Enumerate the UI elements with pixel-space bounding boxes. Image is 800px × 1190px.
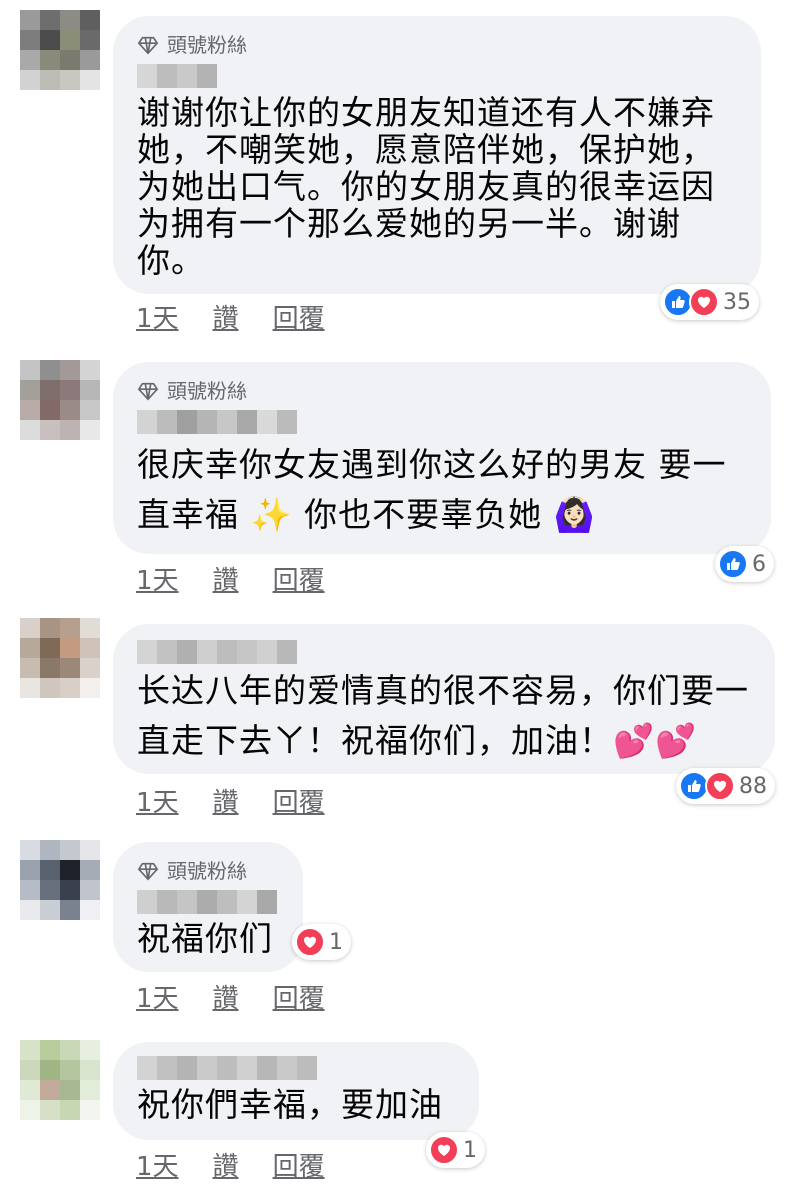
comment-bubble: 长达八年的爱情真的很不容易，你们要一直走下去ㄚ！祝福你们，加油！💕💕 xyxy=(113,624,775,774)
like-icon xyxy=(718,549,748,579)
top-fan-badge: 頭號粉絲 xyxy=(137,30,739,60)
like-button[interactable]: 讚 xyxy=(213,1146,239,1183)
reaction-count: 88 xyxy=(739,773,767,799)
badge-label: 頭號粉絲 xyxy=(167,33,247,57)
love-icon xyxy=(705,771,735,801)
love-icon xyxy=(689,287,719,317)
reaction-count: 35 xyxy=(723,289,751,315)
love-icon xyxy=(295,927,325,957)
timestamp-link[interactable]: 1天 xyxy=(136,1146,179,1183)
comment-text: 祝福你们 xyxy=(137,919,273,958)
reaction-summary[interactable]: 1 xyxy=(292,924,351,960)
comment-actions: 1天 讚 回覆 xyxy=(136,782,325,819)
comment-text: 很庆幸你女友遇到你这么好的男友 要一直幸福 ✨ 你也不要辜负她 🙆🏻‍♀️ xyxy=(137,445,727,534)
reaction-summary[interactable]: 35 xyxy=(660,284,759,320)
avatar[interactable] xyxy=(20,618,100,698)
comment-actions: 1天 讚 回覆 xyxy=(136,560,325,597)
author-name-blurred[interactable] xyxy=(137,64,739,88)
reaction-count: 1 xyxy=(329,929,343,955)
reply-button[interactable]: 回覆 xyxy=(273,978,325,1015)
reaction-summary[interactable]: 88 xyxy=(676,768,775,804)
reaction-count: 6 xyxy=(752,551,766,577)
timestamp-link[interactable]: 1天 xyxy=(136,782,179,819)
timestamp-link[interactable]: 1天 xyxy=(136,298,179,335)
author-name-blurred[interactable] xyxy=(137,410,749,434)
timestamp-link[interactable]: 1天 xyxy=(136,978,179,1015)
comment-text: 谢谢你让你的女朋友知道还有人不嫌弃她，不嘲笑她，愿意陪伴她，保护她，为她出口气。… xyxy=(137,93,715,280)
diamond-icon xyxy=(137,862,159,881)
avatar[interactable] xyxy=(20,360,100,440)
comment-actions: 1天 讚 回覆 xyxy=(136,298,325,335)
comment-actions: 1天 讚 回覆 xyxy=(136,1146,325,1183)
author-name-blurred[interactable] xyxy=(137,1056,457,1080)
avatar[interactable] xyxy=(20,1040,100,1120)
like-button[interactable]: 讚 xyxy=(213,978,239,1015)
reaction-summary[interactable]: 1 xyxy=(426,1132,485,1168)
top-fan-badge: 頭號粉絲 xyxy=(137,376,749,406)
top-fan-badge: 頭號粉絲 xyxy=(137,856,281,886)
badge-label: 頭號粉絲 xyxy=(167,859,247,883)
badge-label: 頭號粉絲 xyxy=(167,379,247,403)
avatar[interactable] xyxy=(20,10,100,90)
reply-button[interactable]: 回覆 xyxy=(273,1146,325,1183)
diamond-icon xyxy=(137,382,159,401)
comment-bubble: 頭號粉絲 很庆幸你女友遇到你这么好的男友 要一直幸福 ✨ 你也不要辜负她 🙆🏻‍… xyxy=(113,362,771,554)
comment-bubble: 頭號粉絲 祝福你们 xyxy=(113,842,303,972)
comment-bubble: 頭號粉絲 谢谢你让你的女朋友知道还有人不嫌弃她，不嘲笑她，愿意陪伴她，保护她，为… xyxy=(113,16,761,294)
like-button[interactable]: 讚 xyxy=(213,560,239,597)
author-name-blurred[interactable] xyxy=(137,890,281,914)
reply-button[interactable]: 回覆 xyxy=(273,560,325,597)
comment-text: 祝你們幸福，要加油 xyxy=(137,1085,443,1124)
avatar[interactable] xyxy=(20,840,100,920)
reply-button[interactable]: 回覆 xyxy=(273,298,325,335)
diamond-icon xyxy=(137,36,159,55)
like-button[interactable]: 讚 xyxy=(213,298,239,335)
author-name-blurred[interactable] xyxy=(137,640,753,664)
love-icon xyxy=(429,1135,459,1165)
reply-button[interactable]: 回覆 xyxy=(273,782,325,819)
like-button[interactable]: 讚 xyxy=(213,782,239,819)
comment-text: 长达八年的爱情真的很不容易，你们要一直走下去ㄚ！祝福你们，加油！💕💕 xyxy=(137,671,749,760)
reaction-count: 1 xyxy=(463,1137,477,1163)
reaction-summary[interactable]: 6 xyxy=(715,546,774,582)
comment-actions: 1天 讚 回覆 xyxy=(136,978,325,1015)
timestamp-link[interactable]: 1天 xyxy=(136,560,179,597)
comment-bubble: 祝你們幸福，要加油 xyxy=(113,1042,479,1140)
